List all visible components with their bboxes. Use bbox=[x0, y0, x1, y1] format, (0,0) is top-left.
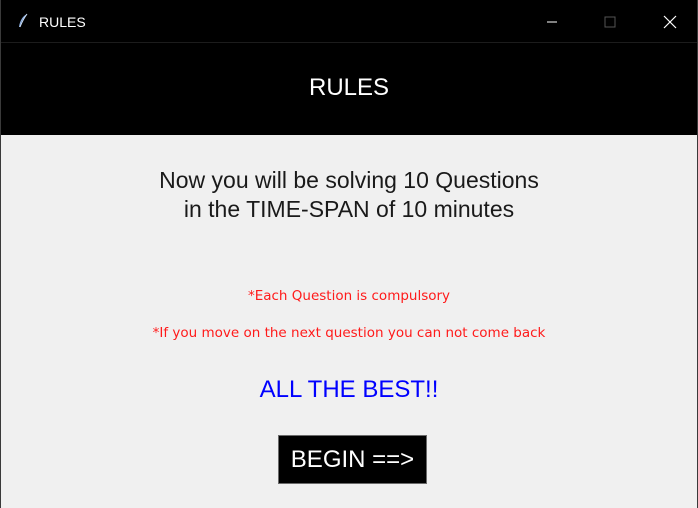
maximize-button[interactable] bbox=[581, 0, 639, 43]
close-button[interactable] bbox=[641, 0, 697, 43]
close-icon bbox=[663, 15, 677, 28]
header-title: RULES bbox=[308, 74, 390, 101]
rule-no-back: *If you move on the next question you ca… bbox=[152, 325, 546, 341]
minimize-icon bbox=[547, 21, 557, 22]
rules-window: RULES RULES Now you will be solving 10 Q… bbox=[0, 0, 698, 508]
feather-icon bbox=[17, 13, 29, 29]
begin-button[interactable]: BEGIN ==> bbox=[278, 435, 427, 484]
title-bar[interactable]: RULES bbox=[1, 0, 697, 43]
minimize-button[interactable] bbox=[523, 0, 581, 43]
best-wishes-text: ALL THE BEST!! bbox=[259, 376, 439, 403]
header-band: RULES bbox=[1, 43, 697, 135]
rule-compulsory: *Each Question is compulsory bbox=[247, 288, 451, 304]
maximize-icon bbox=[604, 16, 616, 27]
intro-text: Now you will be solving 10 Questions in … bbox=[159, 167, 539, 222]
window-title: RULES bbox=[39, 14, 86, 30]
